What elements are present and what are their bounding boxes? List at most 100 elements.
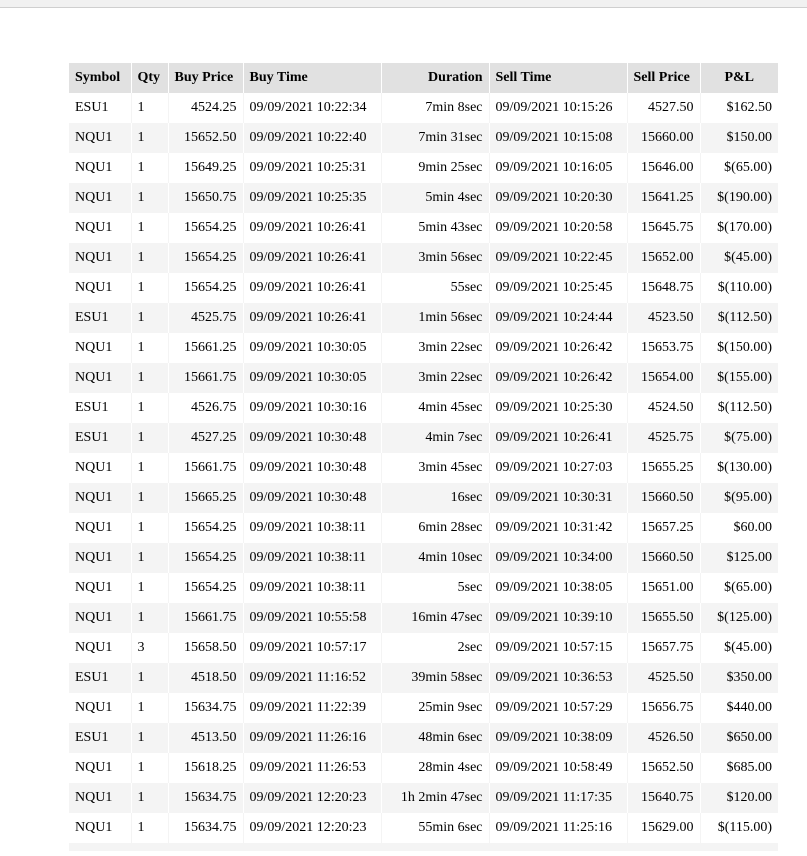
cell-sell-time: 09/09/2021 11:17:35: [489, 783, 628, 813]
trades-table: Symbol Qty Buy Price Buy Time Duration S…: [69, 63, 778, 843]
cell-sell-time: 09/09/2021 10:16:05: [489, 153, 628, 183]
cell-duration: 3min 45sec: [381, 453, 490, 483]
cell-duration: 7min 8sec: [381, 93, 490, 123]
table-row: NQU1 1 15618.25 09/09/2021 11:26:53 28min 4s…: [69, 753, 778, 783]
table-row: ESU1 1 4525.75 09/09/2021 10:26:41 1min 56se…: [69, 303, 778, 333]
cell-pnl: $(170.00): [700, 213, 778, 243]
cell-buy-price: 4524.25: [168, 93, 244, 123]
cell-qty: 1: [131, 93, 169, 123]
cell-symbol: NQU1: [69, 363, 132, 393]
header-buy-time[interactable]: Buy Time: [243, 63, 382, 93]
table-row: NQU1 1 15652.50 09/09/2021 10:22:40 7min 31s…: [69, 123, 778, 153]
cell-buy-time: 09/09/2021 10:26:41: [243, 243, 382, 273]
cell-duration: 3min 22sec: [381, 363, 490, 393]
cell-qty: 3: [131, 633, 169, 663]
table-row: NQU1 1 15649.25 09/09/2021 10:25:31 9min 25s…: [69, 153, 778, 183]
cell-symbol: NQU1: [69, 153, 132, 183]
table-row: ESU1 1 4518.50 09/09/2021 11:16:52 39min 58s…: [69, 663, 778, 693]
header-sell-price[interactable]: Sell Price: [627, 63, 701, 93]
cell-sell-time: 09/09/2021 10:25:30: [489, 393, 628, 423]
cell-buy-price: 4526.75: [168, 393, 244, 423]
cell-symbol: NQU1: [69, 273, 132, 303]
cell-duration: 5min 4sec: [381, 183, 490, 213]
cell-sell-time: 09/09/2021 10:58:49: [489, 753, 628, 783]
cell-buy-price: 15654.25: [168, 543, 244, 573]
cell-symbol: NQU1: [69, 243, 132, 273]
cell-symbol: ESU1: [69, 663, 132, 693]
cell-symbol: NQU1: [69, 543, 132, 573]
cell-qty: 1: [131, 243, 169, 273]
cell-qty: 1: [131, 183, 169, 213]
cell-sell-time: 09/09/2021 10:57:15: [489, 633, 628, 663]
header-sell-time[interactable]: Sell Time: [489, 63, 628, 93]
cell-buy-price: 15634.75: [168, 813, 244, 843]
cell-qty: 1: [131, 513, 169, 543]
cell-pnl: $(65.00): [700, 573, 778, 603]
cell-buy-time: 09/09/2021 10:30:48: [243, 453, 382, 483]
cell-buy-price: 15650.75: [168, 183, 244, 213]
cell-buy-time: 09/09/2021 10:57:17: [243, 633, 382, 663]
cell-duration: 55min 6sec: [381, 813, 490, 843]
header-pnl[interactable]: P&L: [700, 63, 778, 93]
header-qty[interactable]: Qty: [131, 63, 169, 93]
cell-duration: 39min 58sec: [381, 663, 490, 693]
header-buy-price[interactable]: Buy Price: [168, 63, 244, 93]
cell-buy-price: 15634.75: [168, 693, 244, 723]
cell-duration: 1h 2min 47sec: [381, 783, 490, 813]
cell-buy-time: 09/09/2021 10:30:48: [243, 423, 382, 453]
cell-sell-time: 09/09/2021 10:31:42: [489, 513, 628, 543]
cell-sell-price: 4524.50: [627, 393, 701, 423]
cell-symbol: NQU1: [69, 513, 132, 543]
cell-qty: 1: [131, 813, 169, 843]
cell-sell-time: 09/09/2021 10:34:00: [489, 543, 628, 573]
cell-duration: 4min 7sec: [381, 423, 490, 453]
cell-qty: 1: [131, 303, 169, 333]
cell-sell-price: 15660.00: [627, 123, 701, 153]
cell-sell-time: 09/09/2021 10:38:09: [489, 723, 628, 753]
cell-pnl: $(65.00): [700, 153, 778, 183]
header-duration[interactable]: Duration: [381, 63, 490, 93]
cell-buy-time: 09/09/2021 10:30:05: [243, 363, 382, 393]
cell-buy-price: 15654.25: [168, 213, 244, 243]
cell-duration: 16sec: [381, 483, 490, 513]
cell-sell-price: 15645.75: [627, 213, 701, 243]
cell-pnl: $60.00: [700, 513, 778, 543]
cell-symbol: NQU1: [69, 213, 132, 243]
cell-duration: 5sec: [381, 573, 490, 603]
cell-buy-time: 09/09/2021 10:22:34: [243, 93, 382, 123]
cell-symbol: ESU1: [69, 723, 132, 753]
cell-symbol: ESU1: [69, 423, 132, 453]
table-body: ESU1 1 4524.25 09/09/2021 10:22:34 7min 8sec…: [69, 93, 778, 843]
cell-symbol: NQU1: [69, 573, 132, 603]
cell-buy-price: 15654.25: [168, 273, 244, 303]
header-symbol[interactable]: Symbol: [69, 63, 132, 93]
cell-duration: 6min 28sec: [381, 513, 490, 543]
cell-symbol: NQU1: [69, 753, 132, 783]
cell-symbol: NQU1: [69, 183, 132, 213]
cell-pnl: $(130.00): [700, 453, 778, 483]
cell-qty: 1: [131, 783, 169, 813]
table-row: NQU1 1 15654.25 09/09/2021 10:38:11 6min 28s…: [69, 513, 778, 543]
table-row: NQU1 1 15654.25 09/09/2021 10:26:41 5min 43s…: [69, 213, 778, 243]
cell-duration: 1min 56sec: [381, 303, 490, 333]
cell-sell-price: 15653.75: [627, 333, 701, 363]
cell-symbol: NQU1: [69, 633, 132, 663]
cell-sell-time: 09/09/2021 10:20:30: [489, 183, 628, 213]
cell-pnl: $(112.50): [700, 393, 778, 423]
cell-buy-time: 09/09/2021 10:55:58: [243, 603, 382, 633]
cell-qty: 1: [131, 123, 169, 153]
cell-sell-time: 09/09/2021 10:38:05: [489, 573, 628, 603]
cell-buy-time: 09/09/2021 10:26:41: [243, 273, 382, 303]
cell-buy-time: 09/09/2021 10:38:11: [243, 573, 382, 603]
cell-buy-time: 09/09/2021 11:16:52: [243, 663, 382, 693]
cell-sell-time: 09/09/2021 10:22:45: [489, 243, 628, 273]
cell-pnl: $350.00: [700, 663, 778, 693]
cell-sell-time: 09/09/2021 10:30:31: [489, 483, 628, 513]
table-row: ESU1 1 4524.25 09/09/2021 10:22:34 7min 8sec…: [69, 93, 778, 123]
cell-buy-price: 15661.75: [168, 603, 244, 633]
cell-sell-time: 09/09/2021 10:26:42: [489, 363, 628, 393]
cell-qty: 1: [131, 363, 169, 393]
cell-sell-time: 09/09/2021 10:39:10: [489, 603, 628, 633]
table-row: NQU1 1 15665.25 09/09/2021 10:30:48 16sec 09/…: [69, 483, 778, 513]
cell-sell-price: 15655.25: [627, 453, 701, 483]
